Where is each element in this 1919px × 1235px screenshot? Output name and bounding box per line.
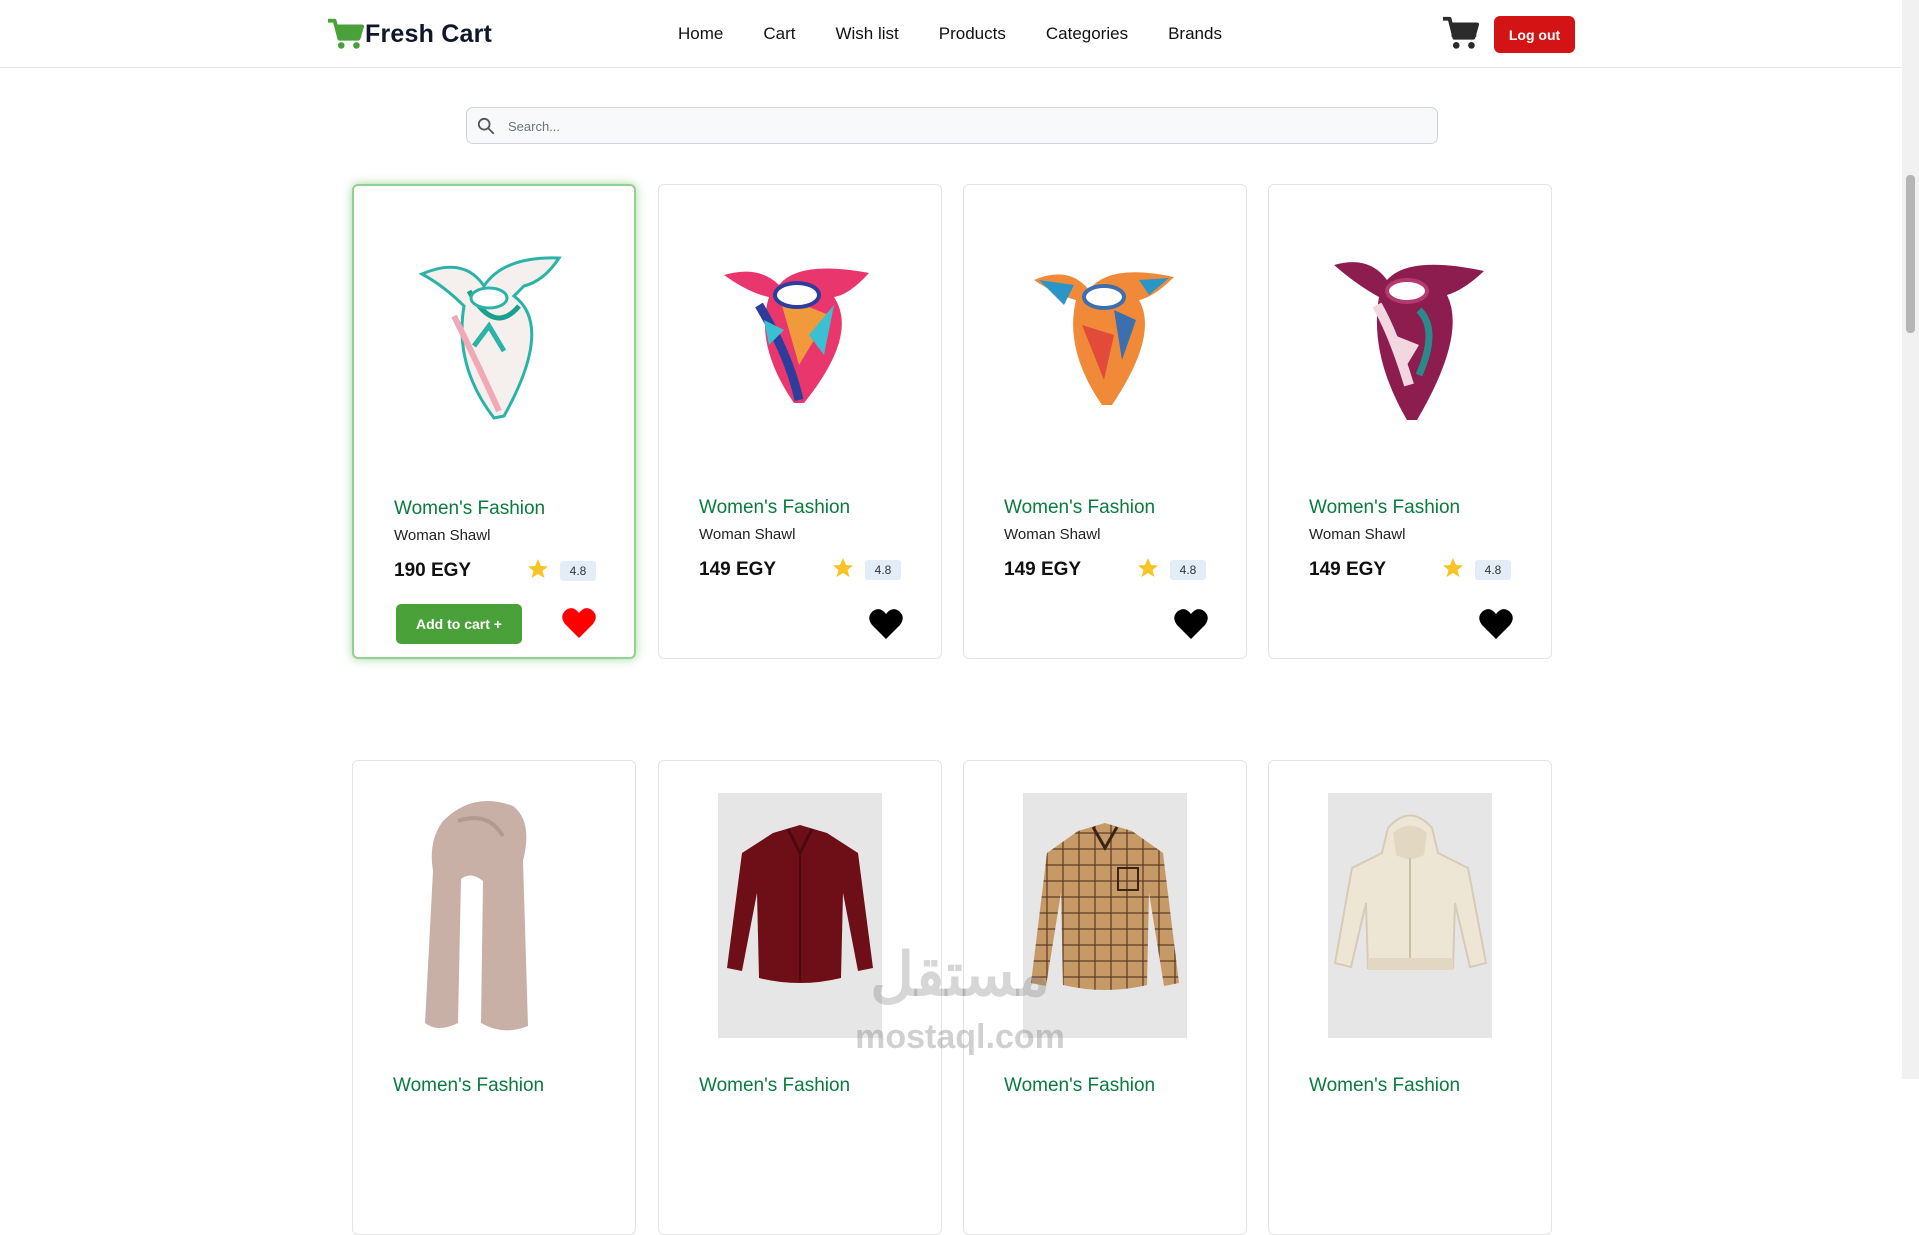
search-box <box>466 107 1438 145</box>
product-image <box>353 761 635 1031</box>
product-price: 190 EGY <box>394 560 472 581</box>
product-card[interactable]: Women's Fashion Woman Shawl 190 EGY 4.8 … <box>352 184 636 659</box>
product-image <box>1269 185 1551 455</box>
product-price: 149 EGY <box>1004 559 1082 580</box>
product-name: Woman Shawl <box>699 526 796 543</box>
product-category[interactable]: Women's Fashion <box>699 497 850 519</box>
product-price: 149 EGY <box>699 559 777 580</box>
product-image <box>354 186 634 456</box>
product-card[interactable]: Women's Fashion Woman Shawl 149 EGY 4.8 <box>963 184 1247 659</box>
cart-logo-icon <box>327 18 365 49</box>
nav-link-home[interactable]: Home <box>678 22 723 46</box>
rating-badge: 4.8 <box>1170 560 1206 580</box>
search-input[interactable] <box>506 108 1430 145</box>
scrollbar-thumb[interactable] <box>1906 175 1915 333</box>
product-card[interactable]: Women's Fashion Woman Shawl 149 EGY 4.8 <box>658 184 942 659</box>
navbar: Fresh Cart Home Cart Wish list Products … <box>0 0 1902 68</box>
product-name: Woman Shawl <box>394 527 491 544</box>
nav-links: Home Cart Wish list Products Categories … <box>678 22 1262 46</box>
product-category[interactable]: Women's Fashion <box>1004 497 1155 519</box>
heart-icon[interactable] <box>1173 607 1209 641</box>
product-category[interactable]: Women's Fashion <box>394 498 545 520</box>
watermark-logo: مستقل <box>870 941 1050 1008</box>
product-image <box>1328 793 1492 1038</box>
product-name: Woman Shawl <box>1309 526 1406 543</box>
rating-badge: 4.8 <box>865 560 901 580</box>
product-category[interactable]: Women's Fashion <box>699 1075 850 1097</box>
product-card[interactable]: Women's Fashion Woman Shawl 149 EGY 4.8 <box>1268 184 1552 659</box>
star-icon <box>1138 558 1158 577</box>
nav-link-categories[interactable]: Categories <box>1046 22 1128 46</box>
star-icon <box>1443 558 1463 577</box>
product-name: Woman Shawl <box>1004 526 1101 543</box>
star-icon <box>528 559 548 578</box>
cart-icon[interactable] <box>1442 15 1480 51</box>
nav-link-cart[interactable]: Cart <box>763 22 795 46</box>
star-icon <box>833 558 853 577</box>
product-image <box>659 185 941 455</box>
nav-link-wishlist[interactable]: Wish list <box>835 22 898 46</box>
logout-button[interactable]: Log out <box>1494 16 1575 53</box>
product-category[interactable]: Women's Fashion <box>1309 1075 1460 1097</box>
product-price: 149 EGY <box>1309 559 1387 580</box>
nav-link-products[interactable]: Products <box>939 22 1006 46</box>
watermark-text: mostaql.com <box>855 1018 1065 1056</box>
scrollbar-track[interactable] <box>1902 0 1919 1079</box>
product-image <box>964 185 1246 455</box>
rating-badge: 4.8 <box>1475 560 1511 580</box>
heart-icon[interactable] <box>868 607 904 641</box>
product-category[interactable]: Women's Fashion <box>1309 497 1460 519</box>
product-category[interactable]: Women's Fashion <box>1004 1075 1155 1097</box>
product-card[interactable]: Women's Fashion <box>352 760 636 1235</box>
add-to-cart-button[interactable]: Add to cart + <box>396 604 522 644</box>
rating-badge: 4.8 <box>560 561 596 581</box>
brand-name: Fresh Cart <box>365 19 493 48</box>
brand-logo[interactable]: Fresh Cart <box>327 14 492 54</box>
product-category[interactable]: Women's Fashion <box>393 1075 544 1097</box>
nav-link-brands[interactable]: Brands <box>1168 22 1222 46</box>
heart-icon[interactable] <box>561 606 597 640</box>
product-card[interactable]: Women's Fashion <box>1268 760 1552 1235</box>
search-icon <box>477 117 495 135</box>
heart-icon[interactable] <box>1478 607 1514 641</box>
